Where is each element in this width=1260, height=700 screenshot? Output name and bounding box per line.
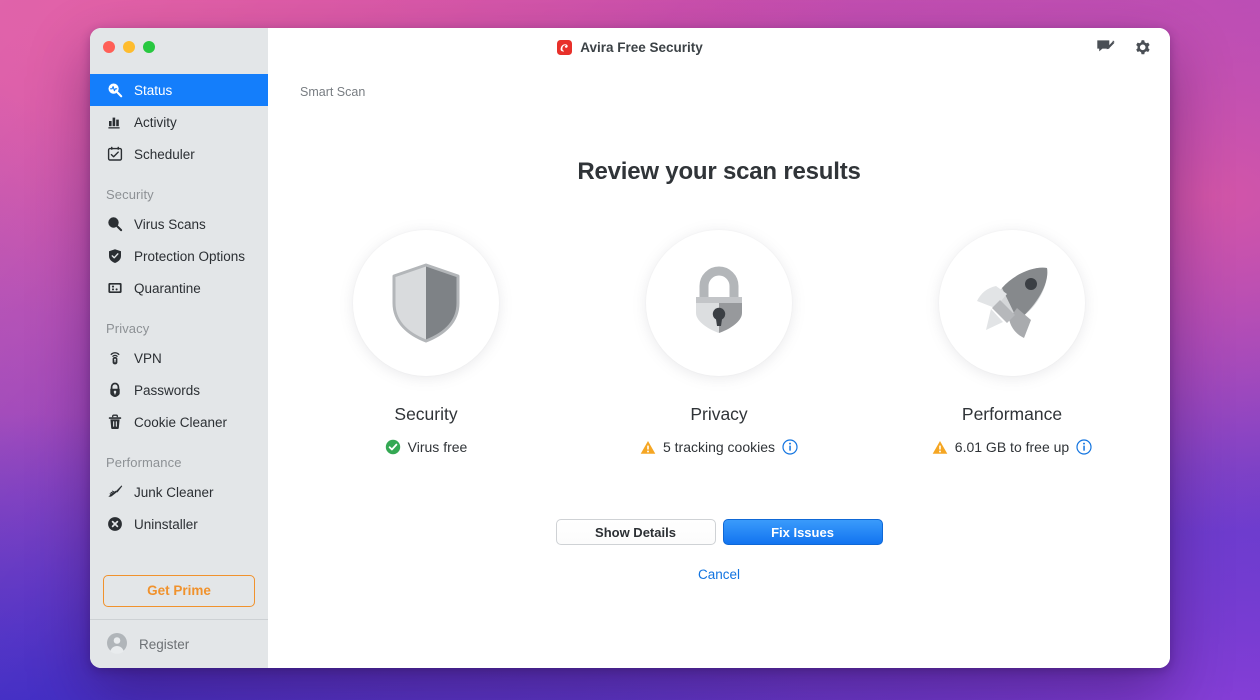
result-card-title: Privacy — [690, 404, 748, 424]
sidebar-item-uninstaller[interactable]: Uninstaller — [90, 508, 268, 540]
register-item[interactable]: Register — [90, 619, 268, 668]
circle-x-icon — [106, 516, 123, 533]
sidebar-item-passwords[interactable]: Passwords — [90, 374, 268, 406]
warning-triangle-icon — [640, 440, 656, 455]
padlock-icon — [106, 382, 123, 399]
result-card-status-text: 5 tracking cookies — [662, 439, 776, 455]
broom-icon — [106, 484, 123, 501]
zoom-button[interactable] — [143, 41, 155, 53]
result-card-security: Security Virus free — [280, 230, 573, 455]
settings-gear-icon[interactable] — [1133, 38, 1152, 57]
cancel-wrapper: Cancel — [268, 566, 1170, 584]
sidebar-item-label: Virus Scans — [134, 216, 206, 232]
sidebar-item-protection-options[interactable]: Protection Options — [90, 240, 268, 272]
result-card-status: Virus free — [280, 439, 573, 455]
sidebar-nav: Status Activity Scheduler Security Virus… — [90, 66, 268, 561]
result-icon-circle — [939, 230, 1085, 376]
sidebar-group-performance: Performance — [106, 455, 182, 470]
title-bar: Avira Free Security — [268, 28, 1170, 66]
scheduler-calendar-icon — [106, 146, 123, 163]
result-icon-circle — [353, 230, 499, 376]
sidebar: Status Activity Scheduler Security Virus… — [90, 28, 268, 668]
sidebar-group-security: Security — [106, 187, 154, 202]
close-button[interactable] — [103, 41, 115, 53]
action-buttons: Show Details Fix Issues — [268, 519, 1170, 545]
cancel-link[interactable]: Cancel — [698, 567, 740, 582]
scan-results-cards: Security Virus free Privacy 5 tracking c… — [268, 230, 1170, 455]
shield-icon — [392, 263, 460, 343]
sidebar-item-scheduler[interactable]: Scheduler — [90, 138, 268, 170]
title-bar-actions — [1096, 28, 1152, 66]
result-card-status: 5 tracking cookies — [573, 439, 866, 455]
sidebar-item-virus-scans[interactable]: Virus Scans — [90, 208, 268, 240]
register-label: Register — [139, 636, 190, 652]
main-content: Avira Free Security Smart Scan Review yo… — [268, 28, 1170, 668]
app-title-text: Avira Free Security — [580, 39, 703, 55]
feedback-icon[interactable] — [1096, 38, 1115, 57]
virus-scan-magnifier-icon — [106, 216, 123, 233]
sidebar-item-label: Uninstaller — [134, 516, 198, 532]
sidebar-item-label: Protection Options — [134, 248, 246, 264]
sidebar-item-label: Junk Cleaner — [134, 484, 214, 500]
breadcrumb[interactable]: Smart Scan — [300, 85, 365, 99]
result-card-performance: Performance 6.01 GB to free up — [866, 230, 1159, 455]
minimize-button[interactable] — [123, 41, 135, 53]
shield-check-icon — [106, 248, 123, 265]
sidebar-item-label: VPN — [134, 350, 162, 366]
result-card-title: Security — [394, 404, 458, 424]
info-circle-icon[interactable] — [1076, 439, 1092, 455]
result-card-privacy: Privacy 5 tracking cookies — [573, 230, 866, 455]
window-traffic-lights — [90, 28, 268, 66]
sidebar-group-privacy: Privacy — [106, 321, 150, 336]
sidebar-item-label: Quarantine — [134, 280, 201, 296]
user-avatar-icon — [106, 632, 128, 657]
get-prime-wrapper: Get Prime — [90, 561, 268, 619]
green-check-icon — [385, 439, 401, 455]
sidebar-item-quarantine[interactable]: Quarantine — [90, 272, 268, 304]
rocket-icon — [977, 267, 1048, 338]
quarantine-box-icon — [106, 280, 123, 297]
result-card-status-text: Virus free — [407, 439, 468, 455]
result-icon-circle — [646, 230, 792, 376]
result-card-status-text: 6.01 GB to free up — [954, 439, 1070, 455]
sidebar-item-label: Passwords — [134, 382, 201, 398]
result-card-status: 6.01 GB to free up — [866, 439, 1159, 455]
avira-logo — [557, 39, 573, 55]
vpn-signal-icon — [106, 350, 123, 367]
activity-chart-icon — [106, 114, 123, 131]
sidebar-item-junk-cleaner[interactable]: Junk Cleaner — [90, 476, 268, 508]
sidebar-item-label: Scheduler — [134, 146, 195, 162]
sidebar-item-cookie-cleaner[interactable]: Cookie Cleaner — [90, 406, 268, 438]
sidebar-item-status[interactable]: Status — [90, 74, 268, 106]
app-title: Avira Free Security — [557, 39, 703, 55]
trash-icon — [106, 414, 123, 431]
fix-issues-button[interactable]: Fix Issues — [722, 519, 883, 545]
result-card-title: Performance — [961, 404, 1063, 424]
sidebar-item-label: Activity — [134, 114, 177, 130]
sidebar-item-vpn[interactable]: VPN — [90, 342, 268, 374]
show-details-button[interactable]: Show Details — [555, 519, 716, 545]
status-magnifier-icon — [106, 82, 123, 99]
padlock-icon — [696, 266, 742, 333]
desktop-wallpaper: Status Activity Scheduler Security Virus… — [0, 0, 1260, 700]
avira-app-window: Status Activity Scheduler Security Virus… — [90, 28, 1170, 668]
sidebar-item-label: Cookie Cleaner — [134, 414, 228, 430]
sidebar-item-label: Status — [134, 82, 173, 98]
sidebar-item-activity[interactable]: Activity — [90, 106, 268, 138]
info-circle-icon[interactable] — [782, 439, 798, 455]
get-prime-button[interactable]: Get Prime — [103, 575, 255, 607]
warning-triangle-icon — [932, 440, 948, 455]
page-title: Review your scan results — [577, 158, 861, 185]
